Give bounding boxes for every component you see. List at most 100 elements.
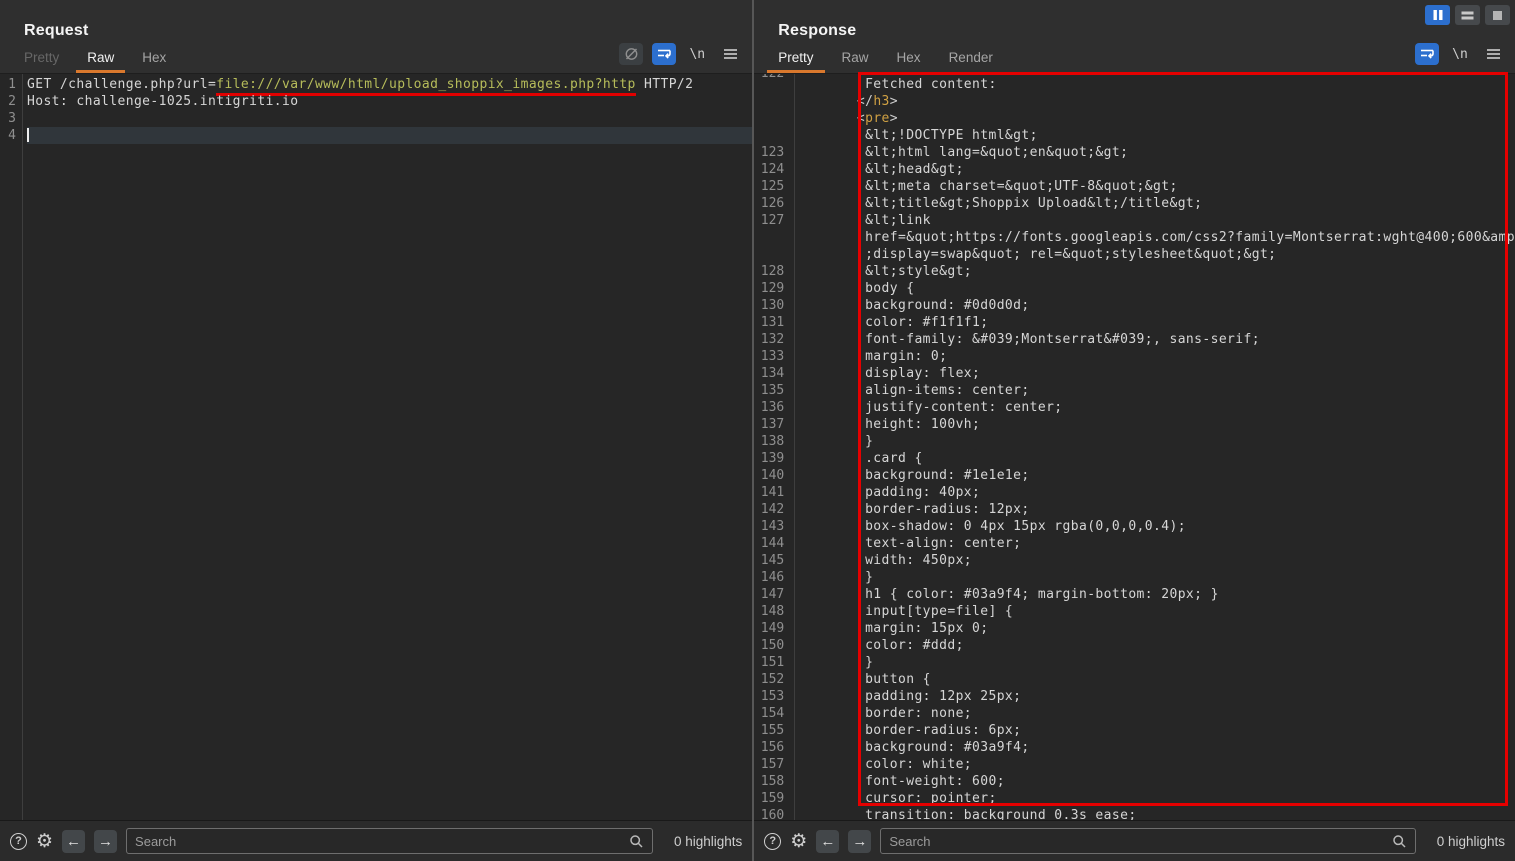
settings-gear-icon[interactable]: ⚙	[790, 832, 807, 851]
line-number: 131	[754, 314, 784, 331]
rows-layout-icon[interactable]	[1455, 5, 1480, 25]
request-search-input[interactable]	[135, 834, 629, 849]
newline-icon[interactable]: \n	[685, 43, 709, 65]
code-line: button {	[799, 671, 1515, 688]
word-wrap-icon[interactable]	[652, 43, 676, 65]
response-search-input[interactable]	[889, 834, 1392, 849]
line-number: 132	[754, 331, 784, 348]
line-number: 155	[754, 722, 784, 739]
line-number	[754, 229, 784, 246]
code-line: justify-content: center;	[799, 399, 1515, 416]
line-number: 125	[754, 178, 784, 195]
menu-icon[interactable]	[1481, 43, 1505, 65]
code-line: background: #1e1e1e;	[799, 467, 1515, 484]
request-highlights-count: 0 highlights	[662, 834, 742, 849]
help-icon[interactable]: ?	[764, 833, 781, 850]
request-tab-row: PrettyRawHex	[10, 45, 180, 73]
request-tab-pretty[interactable]: Pretty	[10, 50, 73, 73]
single-layout-icon[interactable]	[1485, 5, 1510, 25]
code-line: color: #f1f1f1;	[799, 314, 1515, 331]
code-line: font-family: &#039;Montserrat&#039;, san…	[799, 331, 1515, 348]
code-line: body {	[799, 280, 1515, 297]
code-line: h1 { color: #03a9f4; margin-bottom: 20px…	[799, 586, 1515, 603]
repeater-view: Request PrettyRawHex \n 1234 GET /challe…	[0, 0, 1515, 861]
line-number: 150	[754, 637, 784, 654]
code-line: &lt;html lang=&quot;en&quot;&gt;	[799, 144, 1515, 161]
text-cursor	[27, 128, 29, 142]
line-number: 156	[754, 739, 784, 756]
response-tab-row: PrettyRawHexRender	[764, 45, 1007, 73]
line-number: 1	[0, 76, 16, 93]
previous-match-button[interactable]: ←	[816, 830, 839, 853]
code-line: background: #0d0d0d;	[799, 297, 1515, 314]
code-line: &lt;link	[799, 212, 1515, 229]
response-search-bar: ? ⚙ ← → 0 highlights	[754, 820, 1515, 861]
request-code-area: GET /challenge.php?url=file:///var/www/h…	[23, 74, 752, 820]
line-number: 136	[754, 399, 784, 416]
line-number: 143	[754, 518, 784, 535]
response-tab-hex[interactable]: Hex	[883, 50, 935, 73]
response-tab-raw[interactable]: Raw	[828, 50, 883, 73]
line-number: 129	[754, 280, 784, 297]
settings-gear-icon[interactable]: ⚙	[36, 832, 53, 851]
request-tab-hex[interactable]: Hex	[128, 50, 180, 73]
code-line: &lt;head&gt;	[799, 161, 1515, 178]
response-header: Response PrettyRawHexRender \n	[754, 0, 1515, 73]
code-line: margin: 0;	[799, 348, 1515, 365]
code-line: <pre>	[799, 110, 1515, 127]
clipped-line-number: 122	[761, 74, 784, 82]
request-editor[interactable]: 1234 GET /challenge.php?url=file:///var/…	[0, 73, 752, 820]
line-number: 158	[754, 773, 784, 790]
line-number	[754, 246, 784, 263]
columns-layout-icon[interactable]	[1425, 5, 1450, 25]
next-match-button[interactable]: →	[94, 830, 117, 853]
response-tab-render[interactable]: Render	[935, 50, 1007, 73]
code-line: cursor: pointer;	[799, 790, 1515, 807]
code-line: .card {	[799, 450, 1515, 467]
line-number: 128	[754, 263, 784, 280]
response-editor[interactable]: 122 123124125126127128129130131132133134…	[754, 73, 1515, 820]
code-line: &lt;meta charset=&quot;UTF-8&quot;&gt;	[799, 178, 1515, 195]
line-number: 123	[754, 144, 784, 161]
line-number: 130	[754, 297, 784, 314]
request-line-gutter: 1234	[0, 74, 23, 820]
line-number: 142	[754, 501, 784, 518]
request-search-box	[126, 828, 653, 854]
line-number: 141	[754, 484, 784, 501]
line-number: 139	[754, 450, 784, 467]
code-line: height: 100vh;	[799, 416, 1515, 433]
request-title: Request	[24, 22, 89, 40]
line-number: 2	[0, 93, 16, 110]
request-search-bar: ? ⚙ ← → 0 highlights	[0, 820, 752, 861]
eye-off-icon[interactable]	[619, 43, 643, 65]
previous-match-button[interactable]: ←	[62, 830, 85, 853]
code-line: text-align: center;	[799, 535, 1515, 552]
request-toolbar: \n	[619, 43, 742, 65]
newline-glyph: \n	[689, 47, 705, 62]
line-number: 127	[754, 212, 784, 229]
response-title: Response	[778, 22, 856, 40]
request-tab-raw[interactable]: Raw	[73, 50, 128, 73]
response-search-box	[880, 828, 1416, 854]
code-line: &lt;title&gt;Shoppix Upload&lt;/title&gt…	[799, 195, 1515, 212]
line-number: 146	[754, 569, 784, 586]
line-number: 138	[754, 433, 784, 450]
line-number: 137	[754, 416, 784, 433]
request-panel: Request PrettyRawHex \n 1234 GET /challe…	[0, 0, 752, 861]
code-line: ;display=swap&quot; rel=&quot;stylesheet…	[799, 246, 1515, 263]
code-line: align-items: center;	[799, 382, 1515, 399]
line-number: 147	[754, 586, 784, 603]
layout-controls	[1425, 5, 1510, 25]
line-number: 159	[754, 790, 784, 807]
word-wrap-icon[interactable]	[1415, 43, 1439, 65]
line-number: 3	[0, 110, 16, 127]
code-line: width: 450px;	[799, 552, 1515, 569]
line-number: 145	[754, 552, 784, 569]
code-line: border: none;	[799, 705, 1515, 722]
newline-icon[interactable]: \n	[1448, 43, 1472, 65]
response-tab-pretty[interactable]: Pretty	[764, 50, 827, 73]
line-number: 157	[754, 756, 784, 773]
next-match-button[interactable]: →	[848, 830, 871, 853]
menu-icon[interactable]	[718, 43, 742, 65]
help-icon[interactable]: ?	[10, 833, 27, 850]
